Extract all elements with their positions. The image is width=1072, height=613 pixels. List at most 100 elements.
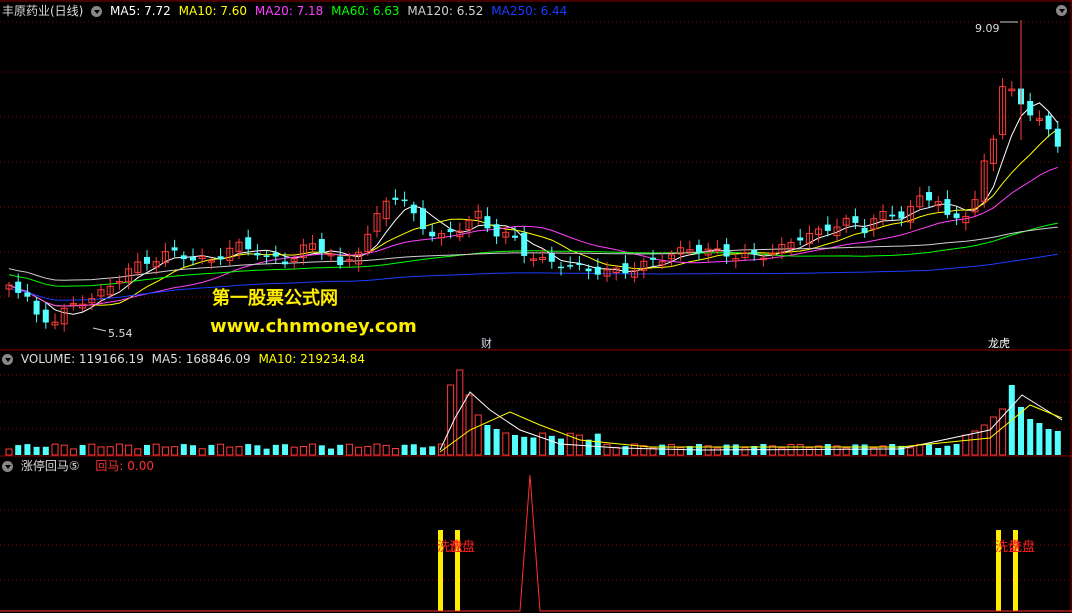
low-price-label: 5.54 <box>108 327 133 340</box>
volume-bar <box>33 446 40 455</box>
candle-body <box>282 261 288 265</box>
volume-bar <box>935 447 942 455</box>
volume-bar <box>512 435 518 455</box>
huima-line <box>0 474 1072 612</box>
candle-body <box>1027 100 1034 116</box>
volume-label: VOLUME: 119166.19 <box>20 352 144 366</box>
candle-body <box>622 263 629 274</box>
volume-bar <box>299 445 307 456</box>
volume-bar <box>125 444 133 456</box>
volume-bar <box>15 445 22 455</box>
volume-bar <box>861 444 868 455</box>
volume-bars <box>5 369 1063 456</box>
volume-bar <box>5 448 13 456</box>
volume-bar <box>391 447 399 456</box>
volume-bar <box>152 443 160 456</box>
candle-body <box>861 227 868 234</box>
volume-bar <box>282 444 288 455</box>
candle-body <box>567 265 574 267</box>
indicator-panel-header: 涨停回马⑤ 回马: 0.00 <box>2 458 158 474</box>
candle-body <box>889 214 896 217</box>
volume-bar <box>345 443 353 456</box>
chevron-down-icon[interactable] <box>2 461 13 472</box>
chevron-down-icon[interactable] <box>2 354 13 365</box>
candle-body <box>824 224 831 231</box>
candle-body <box>401 199 408 202</box>
volume-bar <box>926 444 932 455</box>
panel-frames <box>0 0 1072 613</box>
chevron-down-icon[interactable] <box>91 6 103 17</box>
panel-collapse-icon[interactable] <box>1056 5 1067 16</box>
signal-label-right-2: 洗盘 <box>1009 540 1036 555</box>
volume-bar <box>805 447 813 456</box>
candle-body <box>42 309 49 323</box>
volume-bar <box>88 443 96 456</box>
low-arrow <box>92 327 107 332</box>
volume-bar <box>382 444 390 456</box>
volume-bar <box>79 445 86 455</box>
volume-bar <box>217 443 225 456</box>
ma5-label: MA5: 7.72 <box>110 4 171 18</box>
volume-bar <box>171 446 179 456</box>
candle-body <box>1045 115 1052 130</box>
ma-line <box>8 166 1058 307</box>
candle-body <box>263 255 270 257</box>
volume-bar <box>290 446 298 456</box>
volume-bar <box>410 444 417 455</box>
volume-bar <box>465 394 473 456</box>
candle-body <box>594 266 601 275</box>
volume-bar <box>373 443 381 456</box>
indicator-value: 回马: 0.00 <box>95 459 154 473</box>
candle-body <box>1054 128 1061 147</box>
candle-body <box>751 249 758 254</box>
candle-body <box>512 235 518 238</box>
volume-bar <box>337 444 344 455</box>
volume-bar <box>429 446 436 455</box>
longhu-marker[interactable]: 龙虎 <box>988 335 1010 351</box>
volume-bar <box>134 448 142 456</box>
volume-bar <box>42 446 49 455</box>
volume-bar <box>1054 431 1061 455</box>
volume-bar <box>235 446 243 456</box>
volume-bar <box>493 429 500 455</box>
stock-chart-canvas[interactable] <box>0 0 1072 613</box>
volume-bar <box>474 414 482 456</box>
stock-title[interactable]: 丰原药业(日线) <box>2 4 83 18</box>
volume-bar <box>144 444 150 455</box>
volume-ma10-label: MA10: 219234.84 <box>258 352 366 366</box>
volume-bar <box>741 447 749 456</box>
volume-bar <box>1027 419 1034 455</box>
volume-bar <box>659 444 666 455</box>
volume-bar <box>401 444 408 455</box>
candle-body <box>171 247 178 251</box>
volume-bar <box>309 443 317 456</box>
ma60-label: MA60: 6.63 <box>331 4 400 18</box>
candle-body <box>548 253 555 262</box>
candle-body <box>429 231 436 237</box>
candle-body <box>217 256 224 260</box>
candle-body <box>797 237 804 241</box>
volume-bar <box>364 445 372 456</box>
volume-bar <box>953 444 960 455</box>
finance-marker[interactable]: 财 <box>481 335 492 351</box>
volume-bar <box>97 446 105 456</box>
candle-body <box>723 244 730 257</box>
indicator-title[interactable]: 涨停回马⑤ <box>21 459 80 473</box>
volume-bar <box>24 444 31 455</box>
volume-bar <box>852 444 859 455</box>
candle-body <box>944 199 951 215</box>
candle-body <box>15 281 22 293</box>
candle-body <box>447 229 454 233</box>
watermark-url: www.chnmoney.com <box>210 316 417 337</box>
volume-bar <box>713 447 721 456</box>
ma120-label: MA120: 6.52 <box>407 4 484 18</box>
candle-body <box>24 292 31 297</box>
candle-body <box>33 300 40 315</box>
volume-bar <box>539 432 547 456</box>
volume-bar <box>106 446 114 456</box>
volume-bar <box>603 443 611 456</box>
volume-bar <box>989 416 997 456</box>
candlesticks[interactable] <box>5 20 1061 332</box>
candle-body <box>144 256 150 264</box>
volume-bar <box>69 448 77 456</box>
